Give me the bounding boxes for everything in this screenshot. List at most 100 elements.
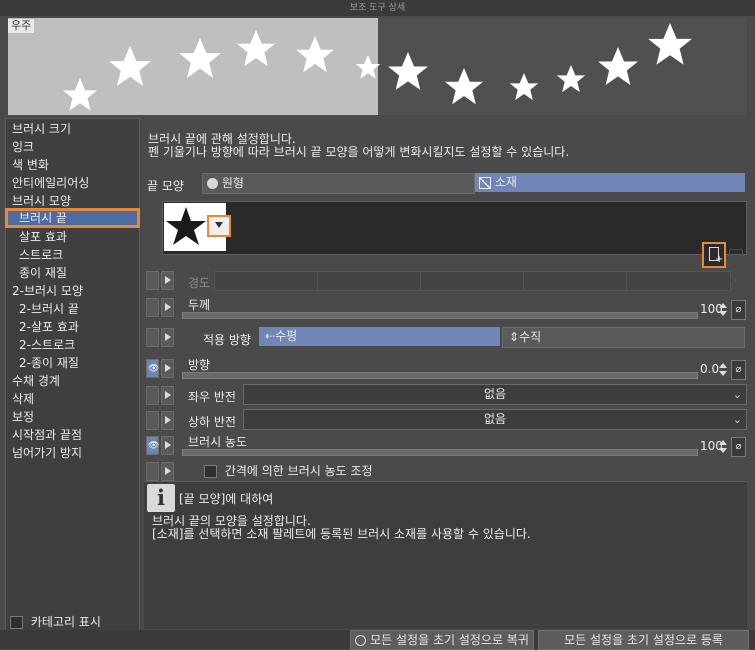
direction-eye-toggle[interactable]: 👁	[146, 359, 159, 378]
sidebar-item-label: 색 변화	[12, 158, 49, 172]
star-mark	[648, 23, 692, 65]
hardness-segments[interactable]	[214, 271, 731, 291]
sidebar-item-label: 안티에일리어싱	[12, 176, 90, 190]
density-interval-toggle[interactable]	[146, 462, 159, 481]
density-interval-label: 간격에 의한 브러시 농도 조정	[224, 464, 373, 478]
sidebar-item-2-spray-effect[interactable]: 2-살포 효과	[6, 318, 139, 336]
thickness-spinner[interactable]	[718, 302, 728, 318]
sidebar-item-watercolor-edge[interactable]: 수채 경계	[6, 372, 139, 390]
star-mark	[237, 30, 275, 67]
eye-icon: 👁	[148, 364, 160, 374]
density-interval-expand-arrow[interactable]	[161, 462, 174, 481]
show-categories-label: 카테고리 표시	[30, 615, 101, 629]
direction-expand-arrow[interactable]	[161, 359, 174, 378]
add-tip-material-button[interactable]: +	[702, 242, 726, 268]
category-description-line2: 펜 기울기나 방향에 따라 브러시 끝 모양을 어떻게 변화시킬지도 설정할 수…	[148, 145, 570, 159]
sidebar-item-2-paper-texture[interactable]: 2-종이 재질	[6, 354, 139, 372]
horizontal-arrows-icon: ⇠	[265, 329, 276, 343]
sidebar-item-erase[interactable]: 삭제	[6, 390, 139, 408]
thickness-label: 두께	[188, 298, 211, 312]
checkbox-box[interactable]	[10, 616, 23, 629]
sidebar-item-ink[interactable]: 잉크	[6, 138, 139, 156]
register-defaults-label: 모든 설정을 초기 설정으로 등록	[564, 633, 723, 647]
register-defaults-button[interactable]: 모든 설정을 초기 설정으로 등록	[538, 630, 749, 650]
brush-density-eye-toggle[interactable]: 👁	[146, 436, 159, 455]
info-icon: i	[147, 484, 175, 512]
sidebar-item-brush-shape[interactable]: 브러시 모양	[6, 192, 139, 210]
star-mark	[509, 73, 539, 101]
star-mark	[355, 55, 381, 79]
sidebar-item-label: 살포 효과	[19, 230, 67, 244]
checkbox-box[interactable]	[204, 465, 217, 478]
flip-vertical-select[interactable]: 없음 ⌄	[243, 409, 747, 430]
brush-density-spinner[interactable]	[718, 439, 728, 455]
hardness-expand-arrow[interactable]	[161, 271, 174, 290]
chevron-down-icon: ⌄	[732, 388, 742, 401]
flip-vertical-toggle[interactable]	[146, 411, 159, 430]
sidebar-item-spray-effect[interactable]: 살포 효과	[6, 228, 139, 246]
show-categories-checkbox[interactable]: 카테고리 표시	[10, 613, 101, 630]
hardness-pressure-toggle[interactable]	[146, 271, 159, 290]
apply-direction-horizontal[interactable]: ⇠수평	[259, 327, 500, 346]
sidebar-item-brush-tip[interactable]: 브러시 끝	[5, 208, 140, 228]
apply-direction-toggle[interactable]	[146, 328, 159, 347]
apply-direction-expand-arrow[interactable]	[161, 328, 174, 347]
apply-direction-vertical[interactable]: ⇕수직	[502, 327, 745, 348]
density-interval-checkbox[interactable]: 간격에 의한 브러시 농도 조정	[204, 462, 373, 479]
restore-defaults-button[interactable]: 모든 설정을 초기 설정으로 복귀	[350, 630, 534, 650]
tip-shape-circle-option[interactable]: 원형	[202, 173, 475, 194]
delete-tip-icon[interactable]	[729, 249, 743, 265]
restore-defaults-label: 모든 설정을 초기 설정으로 복귀	[370, 633, 529, 647]
brush-density-expand-arrow[interactable]	[161, 436, 174, 455]
flip-horizontal-value: 없음	[483, 387, 507, 401]
sidebar-item-2-stroke[interactable]: 2-스트로크	[6, 336, 139, 354]
preview-tool-name: 우주	[8, 19, 35, 33]
tip-shape-material-list[interactable]	[162, 201, 747, 255]
sidebar-item-brush-size[interactable]: 브러시 크기	[6, 120, 139, 138]
star-mark	[598, 47, 638, 86]
star-mark	[109, 46, 151, 86]
hardness-next-icon[interactable]: ›	[733, 273, 737, 286]
direction-slider[interactable]	[182, 372, 698, 379]
direction-spinner[interactable]	[718, 362, 728, 378]
thickness-slider[interactable]	[182, 312, 698, 319]
material-icon	[479, 176, 491, 189]
flip-vertical-expand-arrow[interactable]	[161, 411, 174, 430]
hardness-label: 경도	[188, 276, 211, 290]
flip-horizontal-label: 좌우 반전	[188, 390, 236, 404]
brush-density-slider[interactable]	[182, 449, 698, 456]
sidebar-item-label: 2-브러시 끝	[19, 302, 79, 316]
sidebar-item-antialiasing[interactable]: 안티에일리어싱	[6, 174, 139, 192]
direction-reset-button[interactable]: ⌀	[731, 360, 746, 380]
sidebar-item-label: 2-브러시 모양	[12, 284, 83, 298]
plus-icon: +	[715, 254, 724, 265]
sidebar-item-correction[interactable]: 보정	[6, 408, 139, 426]
sidebar-item-label: 스트로크	[19, 248, 64, 262]
brush-density-reset-button[interactable]: ⌀	[731, 437, 746, 457]
help-title: [끝 모양]에 대하여	[179, 492, 274, 506]
tip-dropdown-button[interactable]	[207, 215, 231, 237]
thickness-expand-arrow[interactable]	[161, 298, 174, 317]
thickness-pressure-toggle[interactable]	[146, 298, 159, 317]
tip-shape-material-option[interactable]: 소재	[475, 173, 745, 192]
sidebar-item-2-brush-tip[interactable]: 2-브러시 끝	[6, 300, 139, 318]
flip-horizontal-expand-arrow[interactable]	[161, 386, 174, 405]
window-title: 보조 도구 상세	[0, 0, 755, 16]
sidebar-item-label: 2-종이 재질	[19, 356, 79, 370]
thickness-reset-button[interactable]: ⌀	[731, 300, 746, 320]
sidebar-item-2-brush-shape[interactable]: 2-브러시 모양	[6, 282, 139, 300]
flip-horizontal-toggle[interactable]	[146, 386, 159, 405]
sidebar-item-color-change[interactable]: 색 변화	[6, 156, 139, 174]
direction-value[interactable]: 0.0	[700, 362, 719, 376]
flip-horizontal-select[interactable]: 없음 ⌄	[243, 384, 747, 405]
star-mark	[445, 68, 483, 105]
chevron-down-icon: ⌄	[732, 413, 742, 426]
brush-density-label: 브러시 농도	[188, 435, 248, 449]
sidebar-item-label: 브러시 모양	[12, 194, 72, 208]
sidebar-item-label: 삭제	[12, 392, 35, 406]
stroke-preview	[8, 18, 747, 115]
sidebar-item-start-end[interactable]: 시작점과 끝점	[6, 426, 139, 444]
sidebar-item-overflow-prevention[interactable]: 넘어가기 방지	[6, 444, 139, 462]
sidebar-item-stroke[interactable]: 스트로크	[6, 246, 139, 264]
sidebar-item-paper-texture[interactable]: 종이 재질	[6, 264, 139, 282]
